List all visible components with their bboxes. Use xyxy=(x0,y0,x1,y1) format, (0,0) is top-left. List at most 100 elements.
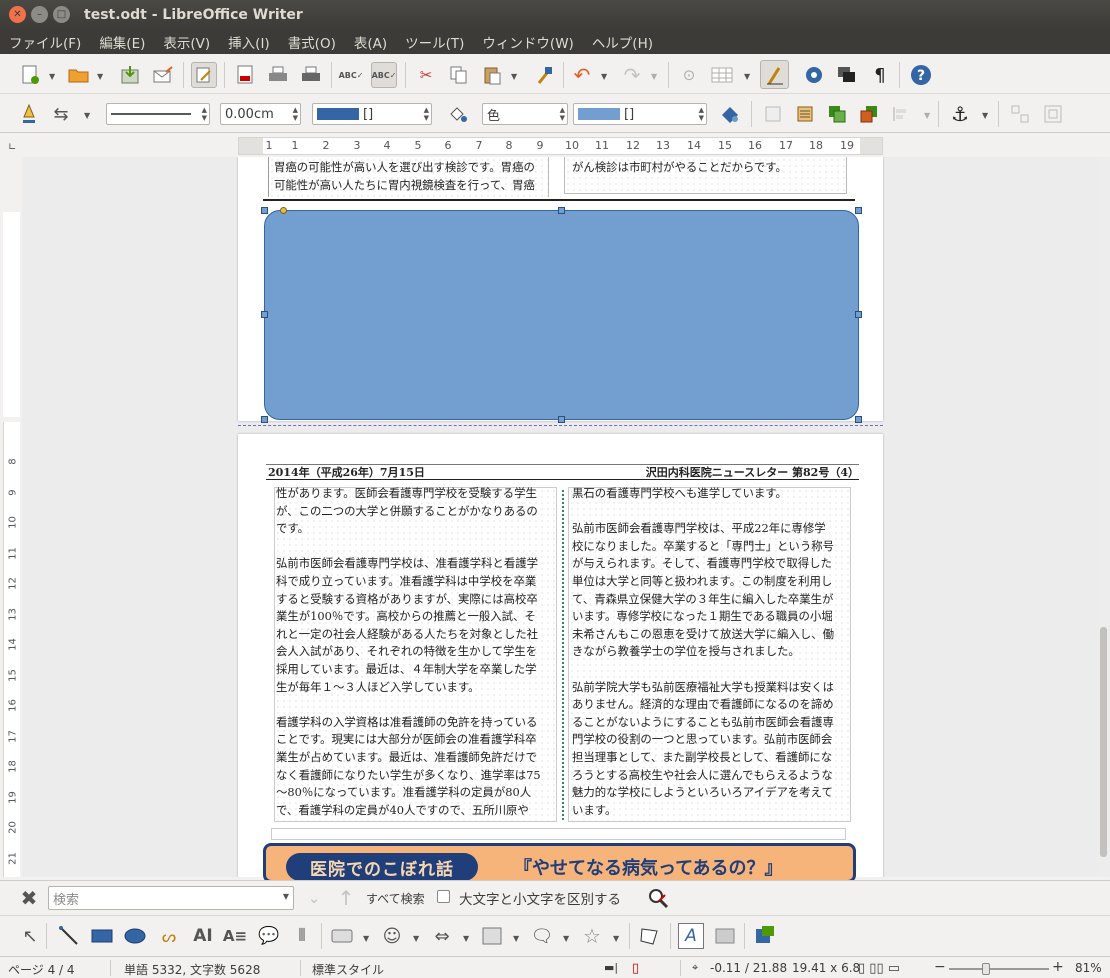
copy-icon[interactable] xyxy=(446,62,472,88)
line-icon[interactable] xyxy=(16,101,42,127)
hyperlink-icon[interactable]: ⊙ xyxy=(676,62,702,88)
basic-shapes-icon[interactable] xyxy=(329,923,355,949)
symbol-shapes-icon[interactable]: ☺ xyxy=(379,923,405,949)
extrusion-toggle-icon[interactable] xyxy=(752,923,778,949)
callout-tool-icon[interactable]: 💬 xyxy=(256,923,282,949)
selected-rounded-rectangle[interactable] xyxy=(264,210,859,420)
close-findbar-icon[interactable]: ✖ xyxy=(16,885,42,911)
arrow-style-dropdown-icon[interactable]: ▼ xyxy=(84,111,90,120)
align-dropdown-icon[interactable]: ▼ xyxy=(924,111,930,120)
zoom-level[interactable]: 81% xyxy=(1075,961,1102,975)
menu-insert[interactable]: 挿入(I) xyxy=(219,32,279,52)
menu-window[interactable]: ウィンドウ(W) xyxy=(473,32,582,52)
enter-group-icon[interactable] xyxy=(1040,101,1066,127)
area-icon[interactable] xyxy=(444,101,470,127)
page-4[interactable]: 2014年（平成26年）7月15日 沢田内科医院ニュースレター 第82号（4） … xyxy=(238,434,883,877)
match-case-checkbox[interactable] xyxy=(437,890,450,903)
story-banner[interactable]: 医院でのこぼれ話 『やせてなる病気ってあるの？』 xyxy=(263,843,856,883)
formatting-marks-icon[interactable]: ¶ xyxy=(867,62,893,88)
stars-icon[interactable]: ☆ xyxy=(579,923,605,949)
find-all-button[interactable]: すべて検索 xyxy=(366,890,425,907)
export-pdf-icon[interactable] xyxy=(232,62,258,88)
resize-handle[interactable] xyxy=(558,207,565,214)
zoom-slider[interactable] xyxy=(949,968,1049,970)
gallery-icon[interactable] xyxy=(834,62,860,88)
freeform-line-icon[interactable]: ᔕ xyxy=(156,923,182,949)
vertical-scrollbar[interactable] xyxy=(1097,157,1110,877)
flowchart-dropdown-icon[interactable]: ▼ xyxy=(513,934,519,943)
shadow-icon[interactable] xyxy=(717,101,743,127)
fontwork-tool-icon[interactable]: ⦀ xyxy=(289,923,315,949)
undo-dropdown-icon[interactable]: ▼ xyxy=(601,72,607,81)
wrap-page-icon[interactable] xyxy=(792,101,818,127)
menu-format[interactable]: 書式(O) xyxy=(279,32,345,52)
find-next-icon[interactable]: ⌄ xyxy=(301,885,327,911)
points-icon[interactable] xyxy=(637,923,663,949)
vertical-ruler[interactable]: 8 9 10 11 12 13 14 15 16 17 18 19 20 21 xyxy=(3,212,20,877)
paste-dropdown-icon[interactable]: ▼ xyxy=(511,72,517,81)
view-layout-icon[interactable]: ▯ ▯▯ ▭ xyxy=(858,961,900,976)
open-dropdown-icon[interactable]: ▼ xyxy=(97,72,103,81)
search-input[interactable]: 検索 ▼ xyxy=(48,886,294,910)
new-dropdown-icon[interactable]: ▼ xyxy=(49,72,55,81)
scrollbar-thumb[interactable] xyxy=(1100,627,1107,857)
stars-dropdown-icon[interactable]: ▼ xyxy=(613,934,619,943)
menu-help[interactable]: ヘルプ(H) xyxy=(583,32,662,52)
anchor-icon[interactable]: ⚓ xyxy=(947,101,973,127)
show-draw-functions-icon[interactable] xyxy=(760,60,789,89)
email-icon[interactable] xyxy=(150,62,176,88)
table-dropdown-icon[interactable]: ▼ xyxy=(744,72,750,81)
menu-view[interactable]: 表示(V) xyxy=(154,32,219,52)
resize-handle[interactable] xyxy=(261,416,268,423)
basic-shapes-dropdown-icon[interactable]: ▼ xyxy=(363,934,369,943)
print-preview-icon[interactable] xyxy=(298,62,324,88)
paste-icon[interactable] xyxy=(479,62,505,88)
maximize-window-button[interactable]: □ xyxy=(53,6,70,23)
minimize-window-button[interactable]: – xyxy=(31,6,48,23)
menu-file[interactable]: ファイル(F) xyxy=(0,32,90,52)
clone-formatting-icon[interactable] xyxy=(532,62,558,88)
corner-radius-handle[interactable] xyxy=(280,207,287,214)
spellcheck-icon[interactable]: ABC✓ xyxy=(338,62,364,88)
redo-icon[interactable]: ↷ xyxy=(619,62,645,88)
vertical-text-tool-icon[interactable]: A≡ xyxy=(222,923,248,949)
close-window-button[interactable]: ✕ xyxy=(9,6,26,23)
group-icon[interactable] xyxy=(1007,101,1033,127)
navigator-icon[interactable] xyxy=(801,62,827,88)
ellipse-tool-icon[interactable] xyxy=(122,923,148,949)
line-width-field[interactable]: 0.00cm ▲ ▼ xyxy=(220,103,301,125)
zoom-slider-thumb[interactable] xyxy=(982,963,990,975)
resize-handle[interactable] xyxy=(261,311,268,318)
resize-handle[interactable] xyxy=(558,416,565,423)
save-icon[interactable] xyxy=(117,62,143,88)
text-tool-icon[interactable]: AI xyxy=(190,923,216,949)
align-icon[interactable] xyxy=(888,101,914,127)
menu-tools[interactable]: ツール(T) xyxy=(396,32,473,52)
rectangle-tool-icon[interactable] xyxy=(89,923,115,949)
page-style[interactable]: 標準スタイル xyxy=(312,961,384,978)
edit-mode-icon[interactable] xyxy=(191,62,217,88)
cut-icon[interactable]: ✂ xyxy=(413,62,439,88)
arrow-style-icon[interactable]: ⇆ xyxy=(48,101,74,127)
word-count[interactable]: 単語 5332, 文字数 5628 xyxy=(124,961,260,978)
wrap-off-icon[interactable] xyxy=(760,101,786,127)
horizontal-ruler[interactable]: 1 1 2 3 4 5 6 7 8 9 10 11 12 13 14 15 16… xyxy=(238,137,883,155)
line-style-select[interactable]: ▲ ▼ xyxy=(106,103,210,125)
open-folder-icon[interactable] xyxy=(66,62,92,88)
fontwork-gallery-icon[interactable]: A xyxy=(678,923,704,949)
resize-handle[interactable] xyxy=(855,416,862,423)
tab-stop-selector-icon[interactable]: ∟ xyxy=(8,142,16,153)
block-arrows-icon[interactable]: ⇔ xyxy=(429,923,455,949)
undo-icon[interactable]: ↶ xyxy=(569,62,595,88)
redo-dropdown-icon[interactable]: ▼ xyxy=(651,72,657,81)
anchor-dropdown-icon[interactable]: ▼ xyxy=(982,111,988,120)
menu-table[interactable]: 表(A) xyxy=(345,32,396,52)
image-from-file-icon[interactable] xyxy=(712,923,738,949)
callouts-dropdown-icon[interactable]: ▼ xyxy=(563,934,569,943)
block-arrows-dropdown-icon[interactable]: ▼ xyxy=(463,934,469,943)
menu-edit[interactable]: 編集(E) xyxy=(90,32,154,52)
symbol-shapes-dropdown-icon[interactable]: ▼ xyxy=(413,934,419,943)
find-previous-icon[interactable]: ↑ xyxy=(333,885,359,911)
selection-mode-icon[interactable]: ▬| xyxy=(604,961,618,974)
search-history-dropdown-icon[interactable]: ▼ xyxy=(283,892,289,901)
